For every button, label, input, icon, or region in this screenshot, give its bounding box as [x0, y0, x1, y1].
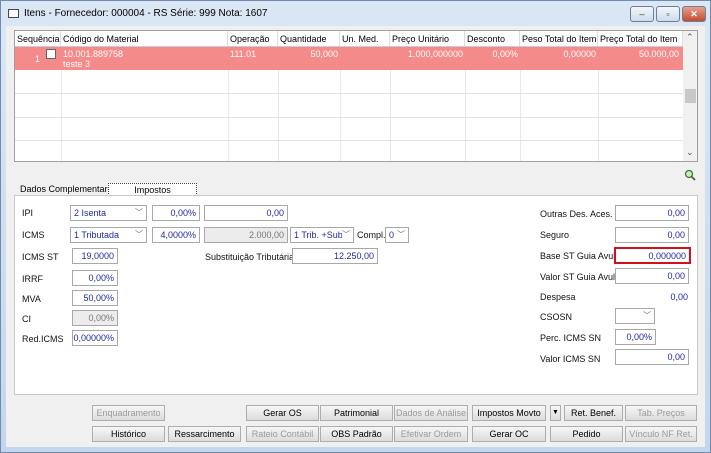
valor-sn-label: Valor ICMS SN [540, 354, 601, 364]
cell-desconto: 0,00% [492, 49, 518, 59]
impostos-movto-button[interactable]: Impostos Movto [472, 405, 546, 421]
items-grid[interactable]: Sequência Código do Material Operação Qu… [14, 30, 698, 162]
ressarcimento-button[interactable]: Ressarcimento [168, 426, 241, 442]
col-sequencia[interactable]: Sequência [15, 31, 61, 47]
icms-st-input[interactable]: 19,0000 [72, 248, 118, 264]
ipi-valor-input[interactable]: 0,00 [204, 205, 288, 221]
scrollbar-thumb[interactable] [685, 89, 696, 103]
minimize-button[interactable]: – [630, 6, 654, 22]
cell-preco: 1.000,000000 [407, 49, 463, 59]
patrimonial-button[interactable]: Patrimonial [320, 405, 393, 421]
cell-descricao: teste 3 [63, 59, 91, 69]
cell-total: 50.000,00 [638, 49, 679, 59]
col-preco-unitario[interactable]: Preço Unitário [390, 31, 465, 47]
seguro-input[interactable]: 0,00 [615, 227, 689, 243]
valor-st-input[interactable]: 0,00 [615, 268, 689, 284]
rateio-contabil-button[interactable]: Rateio Contábil [246, 426, 319, 442]
app-icon [8, 9, 19, 18]
icms-tipo-value: 1 Trib. +Subs [294, 230, 348, 240]
compl-value: 0 [389, 230, 395, 240]
table-row[interactable]: 1 10.001.889758 teste 3 111.01 50,000 1.… [15, 47, 683, 70]
ipi-situacao-value: 2 Isenta [74, 208, 107, 218]
gerar-oc-button[interactable]: Gerar OC [472, 426, 546, 442]
cell-codigo: 10.001.889758 [63, 49, 124, 59]
valor-st-label: Valor ST Guia Avulsa [540, 272, 625, 282]
perc-sn-input[interactable]: 0,00% [615, 329, 656, 345]
ipi-situacao-select[interactable]: 2 Isenta ﹀ [70, 205, 147, 221]
outras-label: Outras Des. Aces. [540, 209, 613, 219]
col-quantidade[interactable]: Quantidade [278, 31, 340, 47]
historico-button[interactable]: Histórico [92, 426, 165, 442]
cell-seq: 1 [35, 54, 41, 64]
chevron-down-icon: ﹀ [643, 311, 651, 320]
col-peso-total[interactable]: Peso Total do Item [520, 31, 598, 47]
col-operacao[interactable]: Operação [228, 31, 278, 47]
col-codigo[interactable]: Código do Material [61, 31, 228, 47]
irrf-input[interactable]: 0,00% [72, 270, 118, 286]
subst-tributaria-label: Substituição Tributária [205, 252, 295, 262]
red-icms-label: Red.ICMS [22, 334, 64, 344]
compl-select[interactable]: 0 ﹀ [385, 227, 409, 243]
vinculo-nf-ret-button[interactable]: Vínculo NF Ret. [625, 426, 697, 442]
gerar-os-button[interactable]: Gerar OS [246, 405, 319, 421]
icms-label: ICMS [22, 230, 45, 240]
base-st-label: Base ST Guia Avulsa [540, 251, 625, 261]
mva-label: MVA [22, 294, 41, 304]
ipi-label: IPI [22, 208, 34, 218]
scroll-up-icon[interactable]: ⌃ [686, 32, 694, 43]
ci-label: CI [22, 314, 31, 324]
maximize-button[interactable]: ▫ [656, 6, 680, 22]
despesa-label: Despesa [540, 292, 576, 302]
icms-situacao-select[interactable]: 1 Tributada ﹀ [70, 227, 147, 243]
compl-label: Compl. [357, 230, 386, 240]
chevron-down-icon: ﹀ [135, 208, 143, 217]
tab-precos-button[interactable]: Tab. Preços [625, 405, 697, 421]
csosn-select[interactable]: ﹀ [615, 308, 655, 324]
outras-input[interactable]: 0,00 [615, 205, 689, 221]
ret-benef-button[interactable]: Ret. Benef. [564, 405, 623, 421]
cell-quantidade: 50,000 [310, 49, 338, 59]
csosn-label: CSOSN [540, 312, 573, 322]
col-preco-total[interactable]: Preço Total do Item [598, 31, 683, 47]
close-button[interactable]: ✕ [682, 6, 706, 22]
dados-analise-button[interactable]: Dados de Análise [394, 405, 468, 421]
enquadramento-button[interactable]: Enquadramento [92, 405, 165, 421]
red-icms-input[interactable]: 0,00000% [72, 330, 118, 346]
icms-aliquota-input[interactable]: 4,0000% [152, 227, 200, 243]
cell-peso: 0,00000 [563, 49, 596, 59]
icms-tipo-select[interactable]: 1 Trib. +Subs ﹀ [290, 227, 354, 243]
chevron-down-icon: ﹀ [135, 230, 143, 239]
irrf-label: IRRF [22, 274, 43, 284]
zoom-search-icon[interactable] [684, 169, 696, 181]
cell-operacao: 111.01 [230, 49, 257, 59]
icms-situacao-value: 1 Tributada [74, 230, 120, 240]
base-st-input[interactable]: 0,000000 [614, 247, 691, 264]
chevron-down-icon: ﹀ [397, 230, 405, 239]
scroll-down-icon[interactable]: ⌄ [686, 147, 694, 158]
icms-st-label: ICMS ST [22, 252, 59, 262]
obs-padrao-button[interactable]: OBS Padrão [320, 426, 393, 442]
col-un-med[interactable]: Un. Med. [340, 31, 390, 47]
seguro-label: Seguro [540, 230, 570, 240]
row-checkbox[interactable] [46, 49, 56, 59]
despesa-value: 0,00 [670, 292, 688, 302]
perc-sn-label: Perc. ICMS SN [540, 333, 602, 343]
efetivar-ordem-button[interactable]: Efetivar Ordem [394, 426, 468, 442]
subst-tributaria-input[interactable]: 12.250,00 [292, 248, 378, 264]
ipi-aliquota-input[interactable]: 0,00% [152, 205, 200, 221]
col-desconto[interactable]: Desconto [465, 31, 520, 47]
window-title: Itens - Fornecedor: 000004 - RS Série: 9… [24, 8, 268, 19]
pedido-button[interactable]: Pedido [550, 426, 623, 442]
chevron-down-icon: ﹀ [342, 228, 350, 242]
mva-input[interactable]: 50,00% [72, 290, 118, 306]
valor-sn-input[interactable]: 0,00 [615, 349, 689, 365]
ci-input: 0,00% [72, 310, 118, 326]
icms-valor-input: 2.000,00 [204, 227, 288, 243]
dropdown-arrow-icon[interactable]: ▼ [550, 405, 561, 421]
